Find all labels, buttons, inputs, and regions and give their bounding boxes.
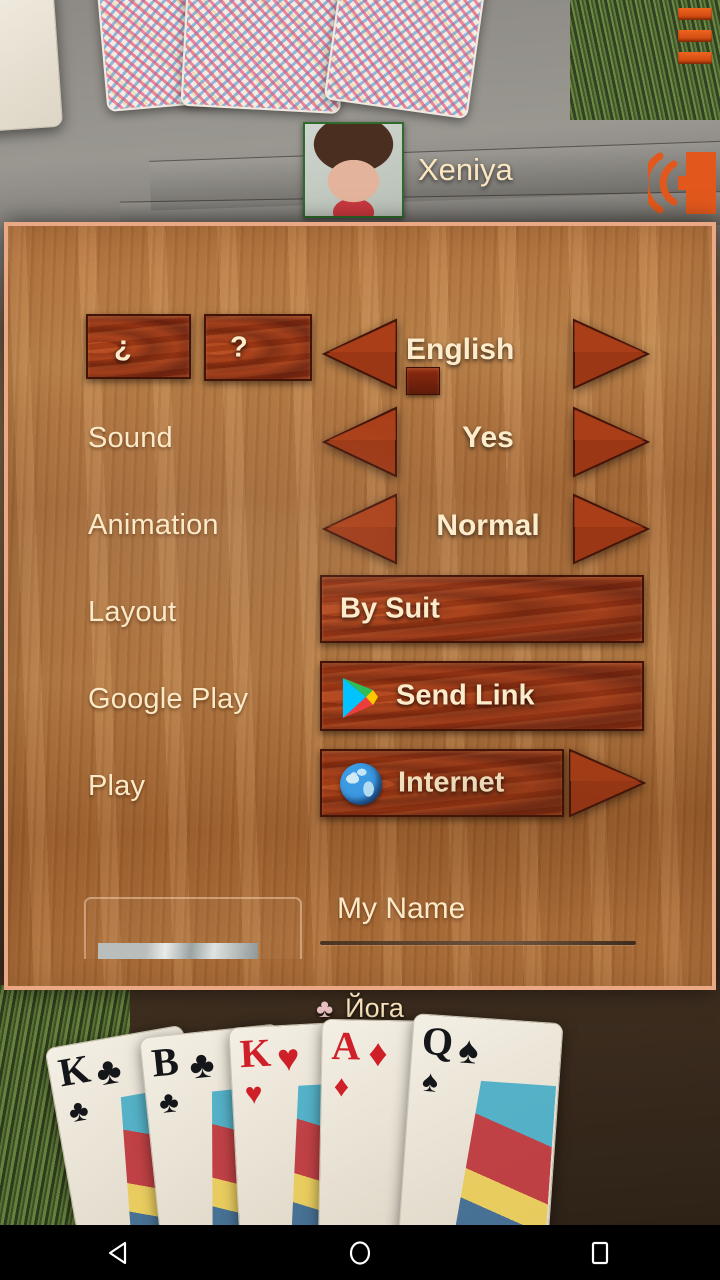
animation-next-button[interactable] (572, 493, 650, 565)
google-play-icon (340, 676, 380, 720)
card-suit: ♥ (276, 1037, 301, 1081)
avatar-picker[interactable] (84, 897, 302, 959)
menu-bar (678, 52, 712, 64)
card-suit: ♦ (367, 1032, 389, 1075)
card-rank: K (54, 1045, 94, 1096)
home-button[interactable] (345, 1238, 375, 1268)
about-button[interactable]: ¿ (86, 314, 191, 379)
card-artwork (454, 1079, 557, 1243)
internet-button[interactable]: Internet (320, 749, 564, 817)
opponent-player[interactable]: Xeniya (303, 122, 513, 218)
menu-bar (678, 30, 712, 42)
card-suit: ♣ (187, 1043, 217, 1088)
sound-label: Sound (88, 422, 173, 454)
table-card-back (323, 0, 492, 120)
layout-button[interactable]: By Suit (320, 575, 644, 643)
layout-label: Layout (88, 596, 177, 628)
table-card-back (180, 0, 350, 115)
play-next-button[interactable] (568, 748, 646, 818)
card-rank: A (331, 1022, 361, 1069)
card-suit-small: ♣ (66, 1093, 92, 1130)
android-navigation-bar (0, 1225, 720, 1280)
animation-prev-button[interactable] (322, 493, 398, 565)
my-name-input[interactable] (320, 941, 636, 945)
avatar[interactable] (303, 122, 404, 218)
help-button-label: ? (230, 331, 248, 363)
play-label: Play (88, 770, 146, 802)
recents-button[interactable] (585, 1238, 615, 1268)
card-suit: ♣ (92, 1049, 125, 1095)
settings-panel: ¿ ? English Sound Yes Animation Normal L… (4, 222, 716, 990)
card-rank: Q (420, 1017, 455, 1065)
card-suit-small: ♦ (333, 1070, 350, 1104)
card-suit-small: ♣ (157, 1085, 181, 1121)
sound-next-button[interactable] (572, 406, 650, 478)
sound-value: Yes (462, 421, 514, 454)
card-suit: ♠ (456, 1029, 481, 1073)
animation-value: Normal (436, 509, 540, 542)
send-link-button[interactable]: Send Link (320, 661, 644, 731)
language-next-button[interactable] (572, 318, 650, 390)
back-button[interactable] (105, 1238, 135, 1268)
language-prev-button[interactable] (322, 318, 398, 390)
about-button-label: ¿ (114, 330, 132, 362)
card-rank: B (149, 1038, 181, 1086)
language-flag-swatch[interactable] (406, 367, 440, 395)
send-link-label: Send Link (396, 679, 535, 712)
menu-bar (678, 8, 712, 20)
layout-value: By Suit (340, 592, 440, 625)
avatar-thumbnail (98, 943, 258, 959)
speaker-on-icon[interactable] (648, 142, 718, 222)
internet-label: Internet (398, 766, 505, 799)
sound-prev-button[interactable] (322, 406, 398, 478)
animation-label: Animation (88, 509, 219, 541)
hamburger-menu-icon[interactable] (678, 8, 712, 70)
table-card-left: 9 ♣ (0, 0, 64, 134)
card-suit-small: ♠ (421, 1064, 440, 1099)
language-value: English (406, 333, 515, 366)
opponent-name-label: Xeniya (418, 152, 513, 187)
hand-card[interactable]: Q ♠ ♠ (398, 1013, 564, 1245)
game-screen: 9 ♣ Xeniya ¿ ? (0, 0, 720, 1280)
help-button[interactable]: ? (204, 314, 312, 381)
globe-icon (340, 763, 382, 805)
my-name-label: My Name (337, 892, 466, 925)
card-rank: K (238, 1029, 273, 1077)
card-suit-small: ♥ (244, 1077, 264, 1112)
google-play-label: Google Play (88, 683, 249, 715)
